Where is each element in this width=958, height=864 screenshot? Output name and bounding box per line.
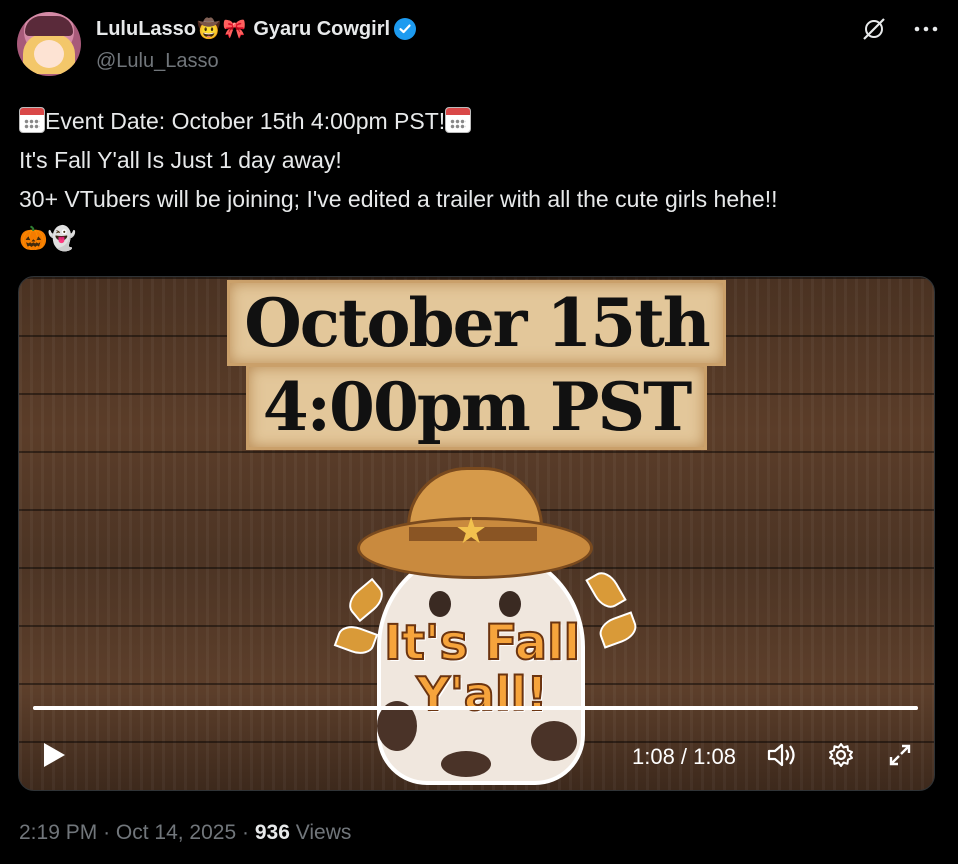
verified-badge-icon[interactable] (394, 18, 417, 40)
author-display-name[interactable]: LuluLasso (96, 18, 196, 41)
tweet-date[interactable]: Oct 14, 2025 (116, 821, 236, 844)
grok-icon[interactable] (859, 14, 889, 44)
logo-text-line1: It's Fall (383, 614, 581, 672)
video-progress-fill (33, 706, 918, 710)
author-name-suffix[interactable]: Gyaru Cowgirl (253, 18, 390, 41)
video-player[interactable]: October 15th 4:00pm PST ★ It's Fall Y'al… (18, 276, 935, 791)
views-label: Views (295, 821, 352, 844)
views-count[interactable]: 936 (255, 821, 290, 844)
ribbon-emoji: 🎀 (222, 19, 247, 40)
tweet-line-3: 30+ VTubers will be joining; I've edited… (19, 186, 778, 212)
video-progress-bar[interactable] (33, 706, 918, 710)
tweet-time[interactable]: 2:19 PM (19, 821, 97, 844)
more-icon[interactable] (911, 14, 941, 44)
meta-separator: · (242, 821, 249, 844)
settings-gear-icon[interactable] (824, 738, 858, 772)
video-controls: 1:08 / 1:08 (19, 732, 934, 776)
volume-icon[interactable] (765, 738, 799, 772)
tweet-header: LuluLasso 🤠 🎀 Gyaru Cowgirl @Lulu_Lasso (17, 12, 941, 78)
tweet-line-1: Event Date: October 15th 4:00pm PST! (19, 102, 939, 141)
tweet-line-4-emojis: 🎃👻 (19, 225, 77, 251)
avatar[interactable] (17, 12, 81, 76)
banner-date: October 15th (19, 283, 934, 363)
author-handle[interactable]: @Lulu_Lasso (96, 50, 219, 73)
video-time: 1:08 / 1:08 (632, 744, 736, 769)
cowboy-emoji: 🤠 (197, 19, 221, 40)
event-date-text: Event Date: October 15th 4:00pm PST! (45, 108, 446, 134)
meta-separator: · (103, 821, 111, 844)
calendar-icon (19, 107, 45, 133)
banner-time: 4:00pm PST (19, 367, 934, 447)
tweet-text: Event Date: October 15th 4:00pm PST! It'… (19, 102, 939, 258)
logo-text-line2: Y'all! (416, 666, 549, 722)
calendar-icon (445, 107, 472, 133)
fullscreen-icon[interactable] (883, 738, 917, 772)
author-name-row[interactable]: LuluLasso 🤠 🎀 Gyaru Cowgirl (96, 16, 417, 42)
tweet-meta: 2:19 PM · Oct 14, 2025 · 936 Views (19, 821, 351, 845)
tweet-line-2: It's Fall Y'all Is Just 1 day away! (19, 147, 342, 173)
play-button[interactable] (37, 738, 71, 772)
